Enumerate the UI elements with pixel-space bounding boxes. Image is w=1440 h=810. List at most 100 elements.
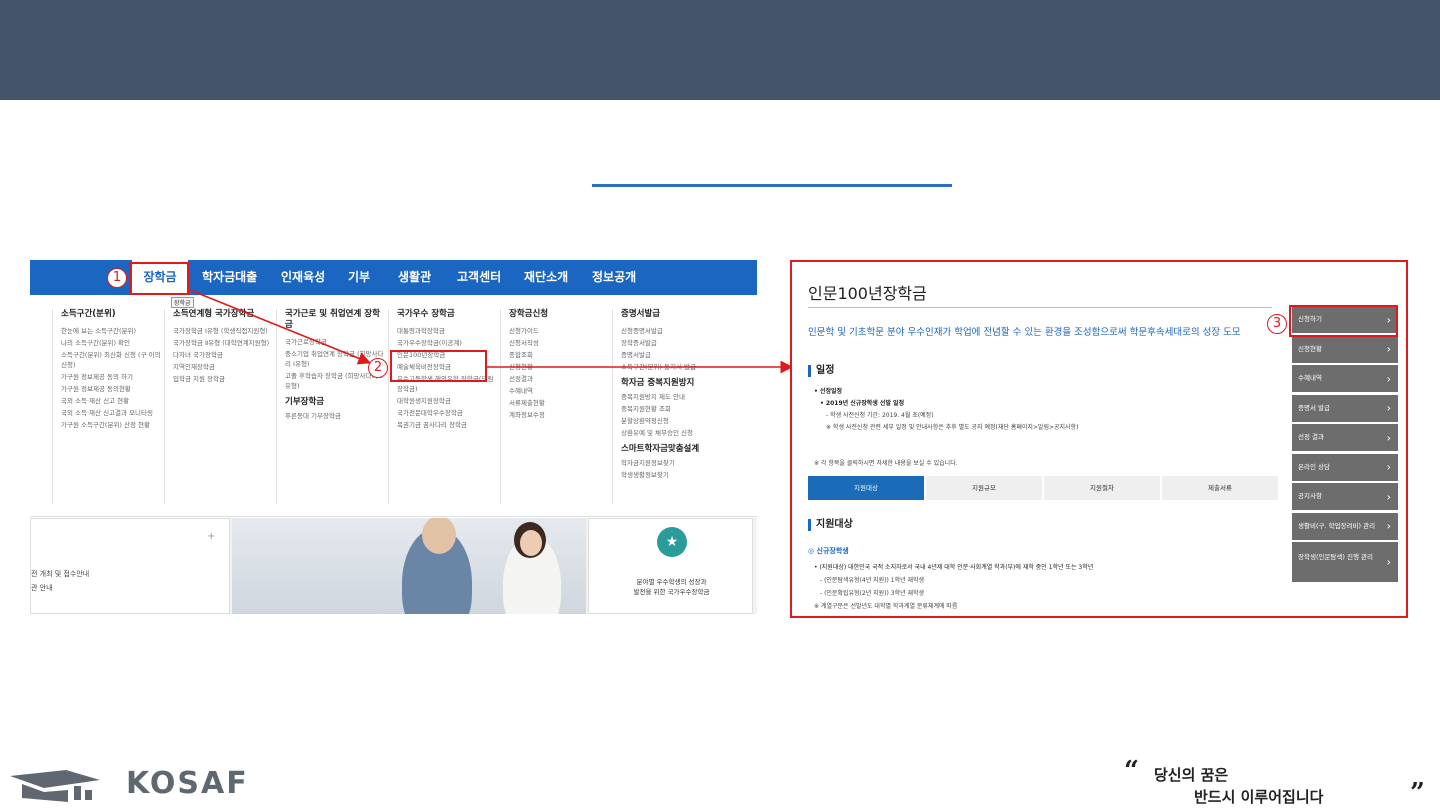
menu-item[interactable]: 입학금 지원 장학금 — [173, 374, 274, 384]
menu-item[interactable]: 푸른등대 기부장학금 — [285, 411, 386, 421]
notice-box: + 전 개최 및 접수안내 관 안내 — [30, 518, 230, 614]
menu-item[interactable]: 신청현황 — [509, 362, 610, 372]
quote-open: “ — [1124, 756, 1139, 786]
menu-item[interactable]: 장학증서발급 — [621, 338, 732, 348]
menu-item[interactable]: 계좌정보수정 — [509, 410, 610, 420]
menu-item[interactable]: 국가장학금 Ⅰ유형 (학생직접지원형) — [173, 326, 274, 336]
notice-line[interactable]: 전 개최 및 접수안내 — [31, 569, 89, 579]
tab-scale[interactable]: 지원규모 — [926, 476, 1044, 500]
menu-item[interactable]: 가구원 정보제공 동의현황 — [61, 384, 162, 394]
menu-item[interactable]: 다자녀 국가장학금 — [173, 350, 274, 360]
nav-dorm[interactable]: 생활관 — [398, 260, 431, 295]
menu-item[interactable]: 소득구간(분위) 통지서 발급 — [621, 362, 732, 372]
menu-col-certificate: 증명서발급 신청증명서발급 장학증서발급 증명서발급 소득구간(분위) 통지서 … — [612, 309, 732, 504]
banner-photo — [232, 518, 586, 614]
notice-line[interactable]: 관 안내 — [31, 583, 53, 593]
menu-item[interactable]: 지역인재장학금 — [173, 362, 274, 372]
side-living-cost[interactable]: 생활비(구. 학업장려비) 관리 › — [1292, 512, 1398, 540]
eligibility-line: - (인문확립유형(2년 지원)) 3학년 재학생 — [820, 590, 925, 597]
nav-disclosure[interactable]: 정보공개 — [592, 260, 636, 295]
slogan-line-1: 당신의 꿈은 — [1154, 766, 1229, 784]
menu-item[interactable]: 학생생활정보찾기 — [621, 470, 732, 480]
eligibility-line: • (지원대상) 대한민국 국적 소지자로서 국내 4년제 대학 인문·사회계열… — [814, 564, 1094, 571]
section-eligibility: 지원대상 — [808, 519, 853, 531]
menu-item[interactable]: 대통령과학장학금 — [397, 326, 498, 336]
menu-item[interactable]: 복권기금 꿈사다리 장학금 — [397, 420, 498, 430]
menu-col-income: 소득구간(분위) 한눈에 보는 소득구간(분위) 나의 소득구간(분위) 확인 … — [52, 309, 162, 504]
side-notice[interactable]: 공지사항 › — [1292, 483, 1398, 510]
menu-item[interactable]: 국외 소득·재산 신고결과 모니터링 — [61, 408, 162, 418]
menu-item[interactable]: 나의 소득구간(분위) 확인 — [61, 338, 162, 348]
nav-loan[interactable]: 학자금대출 — [202, 260, 257, 295]
chevron-right-icon: › — [1386, 431, 1391, 444]
highlight-nav-scholarship — [129, 262, 189, 295]
schedule-line: - 학생 사전신청 기간: 2019. 4월 초(예정) — [826, 412, 934, 419]
menu-item[interactable]: 중복지원현황 조회 — [621, 404, 732, 414]
star-badge-icon: ★ — [657, 527, 687, 557]
menu-item[interactable]: 신청증명서발급 — [621, 326, 732, 336]
menu-item[interactable]: 국외 소득·재산 신고 현황 — [61, 396, 162, 406]
menu-item[interactable]: 중복지원방지 제도 안내 — [621, 392, 732, 402]
menu-item[interactable]: 소득구간(분위) 최신화 신청 (구 이의신청) — [61, 350, 162, 370]
card-caption-line: 발전을 위한 국가우수장학금 — [633, 588, 710, 596]
menu-item[interactable]: 가구원 정보제공 동의 하기 — [61, 372, 162, 382]
callout-1: 1 — [107, 268, 127, 288]
side-progress[interactable]: 장학생(인문탐색) 진행 관리 › — [1292, 542, 1398, 582]
menu-item[interactable]: 국가장학금 Ⅱ유형 (대학연계지원형) — [173, 338, 274, 348]
menu-col-heading: 스마트학자금맞춤설계 — [621, 444, 700, 454]
menu-item[interactable]: 한눈에 보는 소득구간(분위) — [61, 326, 162, 336]
menu-item[interactable]: 국가우수장학금(이공계) — [397, 338, 498, 348]
nav-talent[interactable]: 인재육성 — [281, 260, 325, 295]
menu-item[interactable]: 가구원 소득구간(분위) 산정 현황 — [61, 420, 162, 430]
menu-screenshot: 장학금 학자금대출 인재육성 기부 생활관 고객센터 재단소개 정보공개 소득구… — [30, 260, 757, 614]
side-counsel[interactable]: 온라인 상담 › — [1292, 453, 1398, 481]
side-status[interactable]: 신청현황 › — [1292, 335, 1398, 363]
menu-col-heading: 소득연계형 국가장학금 — [173, 309, 255, 319]
tab-eligibility[interactable]: 지원대상 — [808, 476, 926, 500]
menu-item[interactable]: 국가근로장학금 — [285, 337, 386, 347]
menu-item[interactable]: 신청가이드 — [509, 326, 610, 336]
new-students-label: ◎ 신규장학생 — [808, 547, 849, 555]
menu-item[interactable]: 국가전문대학우수장학금 — [397, 408, 498, 418]
section-schedule: 일정 — [808, 365, 834, 377]
eligibility-line: ※ 계열구분은 선발년도 대학별 학과계열 분류체계에 따름 — [814, 603, 958, 610]
menu-item[interactable]: 선정결과 — [509, 374, 610, 384]
menu-col-heading: 국가우수 장학금 — [397, 309, 455, 319]
menu-item[interactable]: 수혜내역 — [509, 386, 610, 396]
merit-scholarship-card[interactable]: ★ 분야별 우수학생의 성장과 발전을 위한 국가우수장학금 — [588, 518, 753, 614]
menu-item[interactable]: 서류제출현황 — [509, 398, 610, 408]
callout-3: 3 — [1267, 314, 1287, 334]
menu-item[interactable]: 상환유예 및 채무승인 신청 — [621, 428, 732, 438]
tab-procedure[interactable]: 지원절차 — [1044, 476, 1162, 500]
schedule-line: • 2019년 신규장학생 선발 일정 — [820, 400, 905, 407]
menu-col-heading: 기부장학금 — [285, 397, 325, 407]
menu-item[interactable]: 분할상환약정신청 — [621, 416, 732, 426]
slogan-line-2: 반드시 이루어집니다 — [1194, 788, 1324, 806]
slogan: “ 당신의 꿈은 반드시 이루어집니다 ” — [1124, 756, 1434, 808]
side-label: 증명서 발급 — [1298, 403, 1330, 412]
side-label: 온라인 상담 — [1298, 462, 1330, 471]
highlight-humanities-menu — [390, 350, 487, 382]
side-label: 수혜내역 — [1298, 374, 1322, 382]
menu-item[interactable]: 학자금지원정보찾기 — [621, 458, 732, 468]
menu-item[interactable]: 신청서작성 — [509, 338, 610, 348]
chevron-right-icon: › — [1386, 401, 1391, 415]
nav-about[interactable]: 재단소개 — [524, 260, 568, 295]
side-certificate[interactable]: 증명서 발급 › — [1292, 394, 1398, 422]
tab-documents[interactable]: 제출서류 — [1162, 476, 1280, 500]
menu-item[interactable]: 대학원생지원장학금 — [397, 396, 498, 406]
menu-col-income-linked: 소득연계형 국가장학금 국가장학금 Ⅰ유형 (학생직접지원형) 국가장학금 Ⅱ유… — [164, 309, 274, 504]
menu-item[interactable]: 종합조회 — [509, 350, 610, 360]
side-history[interactable]: 수혜내역 › — [1292, 365, 1398, 392]
nav-donation[interactable]: 기부 — [348, 260, 370, 295]
page-title: 인문100년장학금 — [808, 284, 927, 303]
quote-close: ” — [1410, 778, 1425, 808]
side-label: 장학생(인문탐색) 진행 관리 — [1298, 553, 1373, 561]
menu-item[interactable]: 증명서발급 — [621, 350, 732, 360]
menu-col-merit: 국가우수 장학금 대통령과학장학금 국가우수장학금(이공계) 인문100년장학금… — [388, 309, 498, 504]
menu-col-heading: 장학금신청 — [509, 309, 549, 319]
more-icon[interactable]: + — [207, 531, 215, 542]
menu-col-work: 국가근로 및 취업연계 장학금 국가근로장학금 중소기업 취업연계 장학금 (희… — [276, 309, 386, 504]
nav-support[interactable]: 고객센터 — [457, 260, 501, 295]
side-result[interactable]: 선정 결과 › — [1292, 424, 1398, 451]
